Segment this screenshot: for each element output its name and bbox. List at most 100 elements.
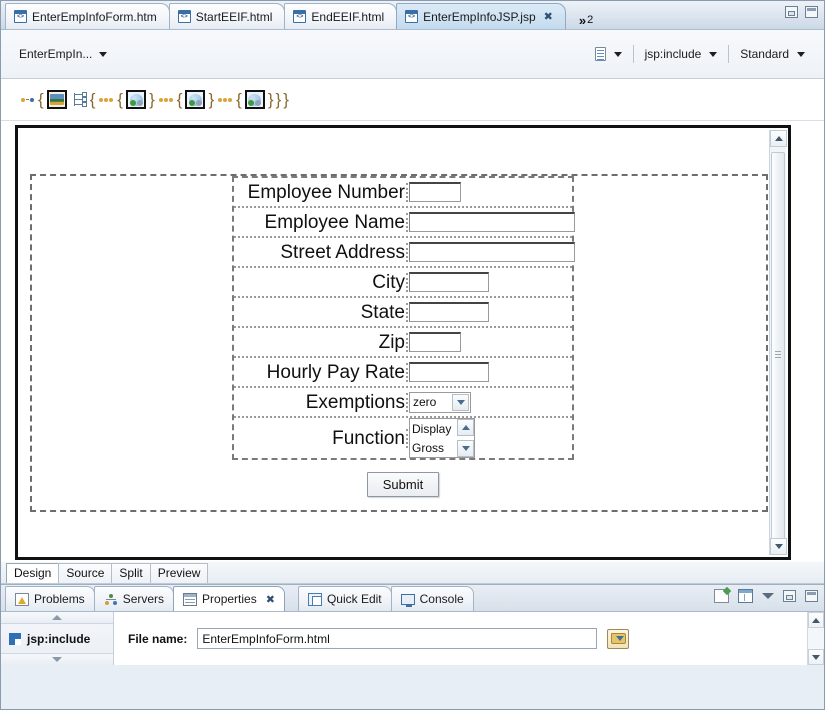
tab-quick-edit[interactable]: Quick Edit bbox=[297, 586, 392, 611]
editor-tab-label: StartEEIF.html bbox=[195, 9, 273, 24]
table-row: City bbox=[234, 268, 572, 298]
page-style-button[interactable] bbox=[584, 43, 633, 65]
scroll-up-icon[interactable] bbox=[808, 612, 824, 628]
chevron-down-icon[interactable] bbox=[99, 51, 108, 57]
field-cell: zero bbox=[408, 391, 572, 413]
jsp-file-icon bbox=[405, 10, 419, 23]
tab-properties[interactable]: Properties ✖ bbox=[173, 586, 285, 611]
jsp-include-icon[interactable] bbox=[244, 90, 265, 109]
quick-edit-icon bbox=[307, 592, 322, 606]
bottom-tab-label: Properties bbox=[202, 592, 257, 606]
chevron-down-icon[interactable] bbox=[613, 51, 622, 57]
maximize-icon[interactable] bbox=[805, 6, 818, 18]
editor-tab-enteremoinfoform-htm[interactable]: EnterEmpInfoForm.htm bbox=[5, 3, 170, 29]
table-row: Employee Number bbox=[234, 178, 572, 208]
design-canvas-area: Employee Number Employee Name Street Add… bbox=[1, 121, 824, 562]
employee-number-input[interactable] bbox=[409, 182, 461, 202]
properties-vertical-scrollbar[interactable] bbox=[807, 612, 824, 665]
file-name-value: EnterEmpInfoForm.html bbox=[202, 631, 330, 646]
properties-view-body: jsp:include File name: EnterEmpInfoForm.… bbox=[1, 612, 824, 665]
exemptions-selected-value: zero bbox=[413, 395, 437, 409]
zip-input[interactable] bbox=[409, 332, 461, 352]
exemptions-select[interactable]: zero bbox=[409, 391, 471, 413]
brace-close: } bbox=[208, 89, 215, 109]
editor-tab-label: EnterEmpInfoJSP.jsp bbox=[423, 9, 536, 24]
city-input[interactable] bbox=[409, 272, 489, 292]
properties-icon bbox=[183, 592, 198, 606]
submit-button[interactable]: Submit bbox=[366, 472, 440, 497]
chevron-double-right-icon: » bbox=[578, 13, 587, 28]
servers-icon bbox=[104, 593, 118, 606]
minimize-icon[interactable] bbox=[785, 6, 798, 18]
table-row: Employee Name bbox=[234, 208, 575, 238]
file-name-input[interactable]: EnterEmpInfoForm.html bbox=[197, 628, 598, 649]
street-address-input[interactable] bbox=[409, 242, 575, 262]
field-cell bbox=[408, 182, 572, 202]
tab-design[interactable]: Design bbox=[6, 562, 60, 583]
brace-close: } bbox=[283, 89, 289, 109]
editor-tab-endeeif-html[interactable]: EndEEIF.html bbox=[284, 3, 398, 29]
editor-tab-starteeif-html[interactable]: StartEEIF.html bbox=[168, 3, 286, 29]
scroll-up-icon[interactable] bbox=[457, 419, 474, 436]
view-menu-icon[interactable] bbox=[762, 593, 774, 599]
listbox-scrollbar[interactable] bbox=[457, 419, 474, 457]
html-body-box[interactable]: Employee Number Employee Name Street Add… bbox=[30, 174, 768, 512]
field-label-zip: Zip bbox=[234, 332, 408, 352]
tab-split[interactable]: Split bbox=[111, 562, 151, 583]
brace-open: { bbox=[89, 89, 96, 109]
employee-name-input[interactable] bbox=[409, 212, 575, 232]
pin-view-icon[interactable] bbox=[714, 589, 729, 603]
scroll-up-icon[interactable] bbox=[770, 130, 787, 147]
bottom-panel-toolbar bbox=[714, 589, 818, 603]
scroll-down-icon[interactable] bbox=[457, 440, 474, 457]
tab-console[interactable]: Console bbox=[390, 586, 474, 611]
document-selector[interactable]: EnterEmpIn... bbox=[1, 47, 108, 61]
element-selector-label: jsp:include bbox=[644, 47, 702, 61]
standard-selector[interactable]: Standard bbox=[729, 43, 816, 65]
scroll-down-icon[interactable] bbox=[1, 653, 113, 665]
chevron-down-icon[interactable] bbox=[709, 51, 718, 57]
editor-tab-overflow-button[interactable]: » 2 bbox=[578, 13, 593, 29]
tab-source[interactable]: Source bbox=[58, 562, 113, 583]
brace-close: } bbox=[275, 89, 282, 109]
properties-node-list: jsp:include bbox=[1, 612, 114, 665]
chevron-down-icon[interactable] bbox=[797, 51, 805, 57]
editor-tab-enteremoinfojsp-jsp[interactable]: EnterEmpInfoJSP.jsp ✖ bbox=[396, 3, 566, 29]
close-icon[interactable]: ✖ bbox=[266, 593, 275, 606]
minimize-icon[interactable] bbox=[783, 590, 796, 602]
element-selector[interactable]: jsp:include bbox=[634, 43, 729, 65]
properties-node-jsp-include[interactable]: jsp:include bbox=[1, 624, 113, 653]
brace-close: } bbox=[267, 89, 274, 109]
design-vertical-scrollbar[interactable] bbox=[769, 130, 787, 555]
scroll-down-icon[interactable] bbox=[770, 538, 787, 555]
standard-selector-label: Standard bbox=[740, 47, 789, 61]
tab-servers[interactable]: Servers bbox=[93, 586, 175, 611]
function-listbox[interactable]: Display Gross bbox=[409, 418, 475, 458]
chevron-down-icon[interactable] bbox=[452, 393, 469, 411]
close-icon[interactable]: ✖ bbox=[544, 10, 553, 23]
jsp-directive-icon[interactable] bbox=[46, 90, 67, 109]
scrollbar-thumb[interactable] bbox=[771, 152, 785, 552]
table-row: Function Display Gross bbox=[234, 418, 572, 458]
jsp-include-icon[interactable] bbox=[126, 90, 147, 109]
tab-problems[interactable]: Problems bbox=[5, 586, 95, 611]
bottom-tab-label: Problems bbox=[34, 592, 85, 606]
include-marker-icon bbox=[99, 97, 114, 102]
show-categories-icon[interactable] bbox=[738, 589, 753, 603]
bottom-tab-label: Quick Edit bbox=[326, 592, 382, 606]
folder-browse-icon bbox=[610, 633, 626, 644]
jsp-tree-icon bbox=[71, 91, 87, 108]
hourly-pay-rate-input[interactable] bbox=[409, 362, 489, 382]
design-canvas[interactable]: Employee Number Employee Name Street Add… bbox=[15, 125, 791, 560]
field-label-exemptions: Exemptions bbox=[234, 392, 408, 412]
maximize-icon[interactable] bbox=[805, 590, 818, 602]
file-name-label: File name: bbox=[128, 631, 188, 646]
tab-preview[interactable]: Preview bbox=[149, 562, 209, 583]
scroll-down-icon[interactable] bbox=[808, 649, 824, 665]
scroll-up-icon[interactable] bbox=[1, 612, 113, 624]
state-input[interactable] bbox=[409, 302, 489, 322]
jsp-include-icon[interactable] bbox=[185, 90, 206, 109]
html-file-icon bbox=[293, 10, 307, 23]
scriptlet-marker-icon bbox=[21, 97, 34, 102]
browse-file-button[interactable] bbox=[607, 628, 630, 649]
